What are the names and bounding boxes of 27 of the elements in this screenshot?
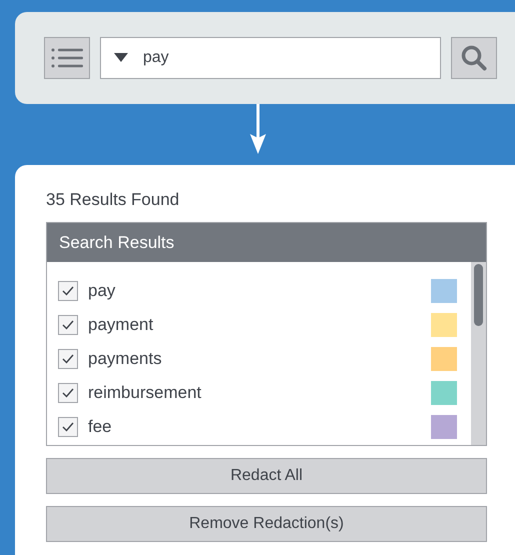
checkbox[interactable]	[58, 349, 78, 369]
search-icon	[461, 45, 487, 71]
check-icon	[62, 422, 74, 432]
check-icon	[62, 354, 74, 364]
result-term: reimbursement	[88, 382, 202, 404]
action-button[interactable]: Remove Redaction(s)	[46, 506, 487, 542]
dropdown-caret-icon	[114, 53, 128, 62]
action-button[interactable]: Redact All	[46, 458, 487, 494]
search-field[interactable]: pay	[100, 37, 441, 79]
check-icon	[62, 320, 74, 330]
results-header: Search Results	[47, 223, 486, 262]
list-icon	[51, 48, 83, 68]
menu-button[interactable]	[44, 37, 90, 79]
checkbox[interactable]	[58, 417, 78, 437]
checkbox[interactable]	[58, 281, 78, 301]
scrollbar[interactable]	[471, 262, 486, 445]
results-count: 35 Results Found	[46, 190, 180, 210]
check-icon	[62, 388, 74, 398]
check-icon	[62, 286, 74, 296]
result-term: fee	[88, 416, 112, 438]
result-term: payment	[88, 314, 154, 336]
result-term: pay	[88, 280, 116, 302]
down-arrow-icon	[250, 104, 266, 154]
checkbox[interactable]	[58, 315, 78, 335]
checkbox[interactable]	[58, 383, 78, 403]
search-button[interactable]	[451, 37, 497, 79]
result-term: payments	[88, 348, 162, 370]
